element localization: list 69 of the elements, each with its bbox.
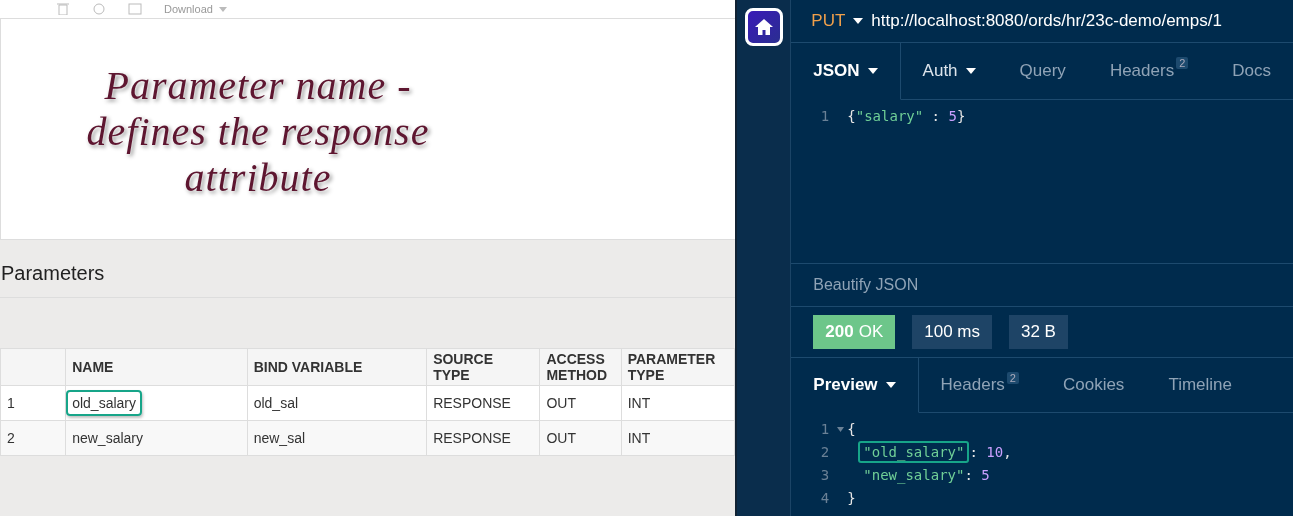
tab[interactable]: Timeline: [1146, 358, 1254, 413]
table-cell: new_salary: [72, 430, 143, 446]
table-cell: INT: [627, 430, 651, 446]
caret-icon: [885, 382, 896, 388]
table-cell: old_sal: [253, 395, 299, 411]
column-header: SOURCE TYPE: [433, 351, 494, 383]
code-token: {: [847, 107, 856, 124]
code-token: :: [969, 443, 979, 460]
line-number: 2: [819, 443, 831, 460]
beautify-json-button[interactable]: Beautify JSON: [813, 276, 919, 294]
table-cell: new_sal: [253, 430, 306, 446]
tab[interactable]: Headers 2: [1087, 43, 1211, 100]
tab[interactable]: Headers 2: [918, 358, 1041, 413]
code-token: }: [847, 489, 856, 506]
status-badge: 200 OK: [813, 315, 896, 349]
tab[interactable]: JSON: [791, 43, 901, 100]
house-icon: [753, 18, 774, 36]
tab[interactable]: Docs: [1210, 43, 1293, 100]
download-menu[interactable]: Download: [164, 3, 227, 15]
code-token: {: [847, 420, 856, 437]
table-cell: OUT: [546, 430, 576, 446]
column-header: ACCESS METHOD: [546, 351, 608, 383]
table-cell: 1: [7, 395, 15, 411]
caret-icon: [218, 6, 227, 12]
caret-icon: [965, 68, 976, 74]
table-cell: RESPONSE: [433, 395, 511, 411]
code-token: ,: [1003, 443, 1012, 460]
code-token: "salary": [855, 107, 924, 124]
code-token: :: [930, 107, 942, 124]
square-icon[interactable]: [128, 3, 142, 15]
code-token: 5: [981, 466, 990, 483]
line-number: 4: [819, 489, 831, 506]
column-header: PARAMETER TYPE: [627, 351, 716, 383]
http-method[interactable]: PUT: [811, 11, 846, 31]
code-token: "new_salary": [863, 466, 965, 483]
highlighted-table-cell: old_salary: [66, 390, 142, 416]
line-number: 1: [819, 420, 831, 437]
tab[interactable]: Auth: [900, 43, 998, 100]
code-token: }: [956, 107, 966, 124]
count-badge: 2: [1176, 57, 1189, 69]
annotation-text: defines the response: [86, 109, 430, 155]
count-badge: 2: [1006, 372, 1019, 384]
table-cell: OUT: [546, 395, 576, 411]
response-time: 100 ms: [912, 315, 992, 349]
table-cell: INT: [627, 395, 651, 411]
code-token: 10: [986, 443, 1004, 460]
annotation-text: attribute: [184, 155, 332, 201]
line-number: 1: [819, 107, 831, 124]
trash-icon[interactable]: [56, 3, 70, 15]
code-token: :: [964, 466, 974, 483]
tab[interactable]: Cookies: [1040, 358, 1147, 413]
url-field[interactable]: http://localhost:8080/ords/hr/23c-demo/emps/1: [871, 11, 1222, 31]
table-cell: 2: [7, 430, 15, 446]
annotation-text: Parameter name -: [104, 63, 412, 109]
highlighted-json-key: "old_salary": [858, 440, 970, 463]
response-size: 32 B: [1009, 315, 1068, 349]
fold-icon[interactable]: [836, 426, 844, 432]
section-title: Parameters: [1, 262, 105, 284]
circle-icon[interactable]: [92, 3, 106, 15]
home-button[interactable]: [744, 8, 783, 46]
line-number: 3: [819, 466, 831, 483]
column-header: BIND VARIABLE: [253, 359, 363, 375]
table-cell: RESPONSE: [433, 430, 511, 446]
caret-icon: [853, 18, 864, 24]
tab[interactable]: Preview: [791, 358, 919, 413]
caret-icon: [867, 68, 878, 74]
tab[interactable]: Query: [997, 43, 1088, 100]
code-token: 5: [948, 107, 957, 124]
column-header: NAME: [72, 359, 114, 375]
